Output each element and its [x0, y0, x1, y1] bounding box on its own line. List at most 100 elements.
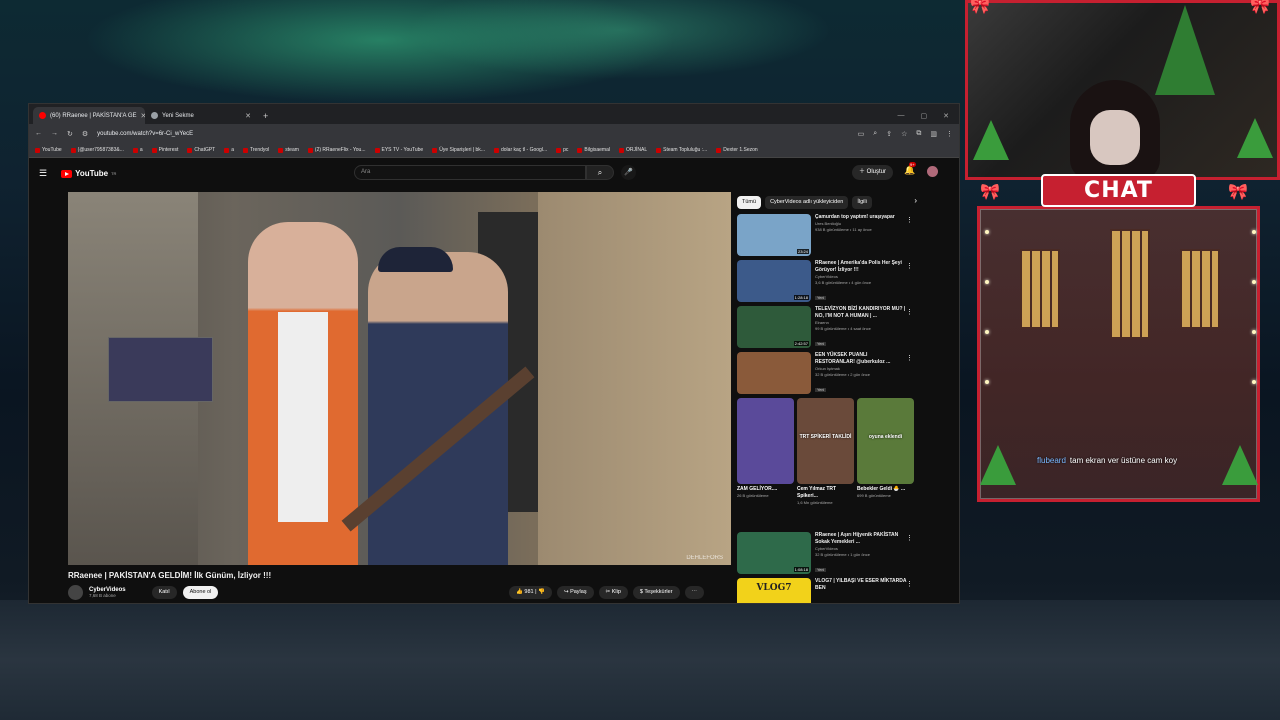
channel-avatar[interactable] [68, 585, 83, 600]
recommended-meta: 938 B görüntüleme • 11 ay önce [815, 227, 872, 232]
bookmark-item[interactable]: pc [556, 147, 568, 153]
user-avatar[interactable] [927, 166, 938, 177]
short-title[interactable]: Bebekler Geldi 🐣 ... [857, 486, 914, 493]
short-item[interactable]: oyuna eklendi Bebekler Geldi 🐣 ... 699 B g… [857, 398, 914, 528]
search-button[interactable]: ⌕ [586, 165, 614, 180]
bookmark-item[interactable]: a [132, 147, 143, 153]
bookmark-item[interactable]: EYS TV - YouTube [374, 147, 423, 153]
back-icon[interactable]: ← [35, 130, 42, 137]
video-thumbnail[interactable]: 1:08:18 [737, 532, 811, 574]
video-thumbnail[interactable]: 23:24 [737, 214, 811, 256]
bookmark-item[interactable]: dolar kaç tl - Googl... [493, 147, 547, 153]
video-thumbnail[interactable]: VLOG7 [737, 578, 811, 603]
chevron-right-icon[interactable]: › [914, 196, 917, 209]
menu-dots-icon[interactable]: ⋮ [946, 130, 953, 138]
recommended-video[interactable]: VLOG7 VLOG7 | YILBAŞI VE ESER MİKTARDA BE… [737, 578, 917, 603]
bookmark-item[interactable]: Bilgisaemal [577, 147, 610, 153]
bookmark-icon [577, 147, 583, 153]
recommended-title[interactable]: TELEVİZYON BİZİ KANDIRIYOR MU? | NO, I'M… [815, 306, 907, 320]
hamburger-menu-icon[interactable]: ☰ [39, 168, 47, 179]
chip-related[interactable]: İlgili [852, 196, 872, 209]
bookmark-item[interactable]: (2) RRaeneFlix - You... [307, 147, 366, 153]
more-options-icon[interactable]: ⋮ [906, 308, 913, 316]
star-icon[interactable]: ☆ [901, 130, 907, 138]
more-options-icon[interactable]: ⋮ [906, 580, 913, 588]
sidebar-icon[interactable]: ▥ [930, 130, 937, 138]
create-button[interactable]: ＋ Oluştur [852, 165, 894, 180]
share-button[interactable]: ↪ Paylaş [556, 586, 594, 599]
video-thumbnail[interactable]: 1:28:18 [737, 260, 811, 302]
recommended-title[interactable]: EEN YÜKSEK PUANLI RESTORANLAR! @uberkulo… [815, 352, 907, 366]
short-thumbnail[interactable]: oyuna eklendi [857, 398, 914, 484]
forward-icon[interactable]: → [51, 130, 58, 137]
close-icon[interactable]: ✕ [245, 112, 251, 120]
more-options-icon[interactable]: ⋮ [906, 216, 913, 224]
bookmark-item[interactable]: ChatGPT [187, 147, 215, 153]
video-thumbnail[interactable]: 2:42:57 [737, 306, 811, 348]
recommended-video[interactable]: 1:28:18 RRaenee | Amerika'da Polis Her Şe… [737, 260, 917, 304]
short-item[interactable]: TRT SPİKERİ TAKLİDİ Cem Yılmaz TRT Spiker… [797, 398, 854, 528]
more-options-icon[interactable]: ⋮ [906, 262, 913, 270]
like-button[interactable]: 👍 981 | 👎 [509, 586, 552, 599]
bookmark-item[interactable]: Üye Siparişleri | bk... [432, 147, 485, 153]
bookmark-icon [151, 147, 157, 153]
reload-icon[interactable]: ↻ [67, 130, 73, 138]
site-info-icon[interactable]: ⚙ [82, 130, 88, 138]
short-item[interactable]: ZAM GELİYOR.... 26 B görüntüleme [737, 398, 794, 528]
bookmark-item[interactable]: Dexter 1.Sezon [716, 147, 758, 153]
duration-badge: 2:42:57 [793, 341, 809, 346]
bookmark-item[interactable]: Trendyol [243, 147, 269, 153]
more-actions-button[interactable]: ⋯ [684, 586, 705, 599]
search-input[interactable]: Ara [354, 165, 586, 180]
close-window-icon[interactable]: ✕ [943, 112, 949, 120]
recommended-title[interactable]: RRaenee | Aşırı Hijyenik PAKİSTAN Sokak … [815, 532, 907, 546]
more-options-icon[interactable]: ⋮ [906, 534, 913, 542]
more-options-icon[interactable]: ⋮ [906, 354, 913, 362]
url-input[interactable]: youtube.com/watch?v=6r-Ci_wYecE [97, 131, 849, 137]
recommended-title[interactable]: RRaenee | Amerika'da Polis Her Şeyi Görü… [815, 260, 907, 274]
tab-new[interactable]: Yeni Sekme ✕ [145, 107, 257, 124]
short-thumbnail[interactable]: TRT SPİKERİ TAKLİDİ [797, 398, 854, 484]
short-thumbnail[interactable] [737, 398, 794, 484]
chip-uploader[interactable]: CyberVideos adlı yükleyiciden [765, 196, 849, 209]
recommended-video[interactable]: EEN YÜKSEK PUANLI RESTORANLAR! @uberkulo… [737, 352, 917, 396]
maximize-icon[interactable]: ▢ [921, 112, 928, 120]
video-player[interactable]: DEHLEFORS [68, 192, 731, 565]
share-icon[interactable]: ⇪ [886, 130, 892, 138]
minimize-icon[interactable]: — [898, 112, 905, 120]
cast-icon[interactable]: ▭ [858, 130, 865, 138]
recommendations-sidebar: Tümü CyberVideos adlı yükleyiciden İlgil… [737, 196, 917, 603]
subscribe-button[interactable]: Abone ol [182, 586, 219, 599]
short-title[interactable]: Cem Yılmaz TRT Spikeri... [797, 486, 854, 500]
mic-button[interactable]: 🎤 [621, 165, 636, 180]
recommended-video[interactable]: 23:24 Çamurdan top yaptım! uraşıyapar Ures… [737, 214, 917, 258]
bookmark-item[interactable]: (@user79587383&... [70, 147, 124, 153]
recommended-video[interactable]: 1:08:18 RRaenee | Aşırı Hijyenik PAKİSTAN… [737, 532, 917, 576]
guard-cap [378, 247, 453, 272]
new-tab-button[interactable]: + [263, 111, 268, 121]
join-button[interactable]: Katıl [151, 586, 177, 599]
thumbs-down-icon[interactable]: 👎 [538, 589, 545, 595]
chip-all[interactable]: Tümü [737, 196, 762, 209]
bookmark-item[interactable]: Pinterest [151, 147, 178, 153]
bookmark-item[interactable]: steam [278, 147, 299, 153]
bow-icon: 🎀 [970, 0, 990, 15]
bookmark-item[interactable]: YouTube [35, 147, 62, 153]
extensions-icon[interactable]: ⧉ [916, 130, 921, 138]
search-icon: ⌕ [597, 168, 603, 177]
christmas-tree-icon [1237, 118, 1273, 158]
tab-youtube[interactable]: (60) RRaenee | PAKİSTAN'A GE ✕ [33, 107, 145, 124]
string-light [985, 380, 989, 384]
bookmark-item[interactable]: a [224, 147, 234, 153]
thanks-button[interactable]: $ Teşekkürler [632, 586, 680, 599]
clip-button[interactable]: ✂ Klip [598, 586, 628, 599]
bookmark-item[interactable]: ORJİNAL [618, 147, 647, 153]
zoom-icon[interactable]: ⌕ [873, 130, 877, 138]
bookmark-item[interactable]: Steam Topluluğu :... [656, 147, 707, 153]
recommended-title[interactable]: Çamurdan top yaptım! uraşıyapar [815, 214, 907, 221]
youtube-logo[interactable]: YouTube TR [61, 169, 116, 178]
short-title[interactable]: ZAM GELİYOR.... [737, 486, 794, 493]
video-thumbnail[interactable] [737, 352, 811, 394]
recommended-title[interactable]: VLOG7 | YILBAŞI VE ESER MİKTARDA BEN [815, 578, 907, 592]
recommended-video[interactable]: 2:42:57 TELEVİZYON BİZİ KANDIRIYOR MU? | … [737, 306, 917, 350]
